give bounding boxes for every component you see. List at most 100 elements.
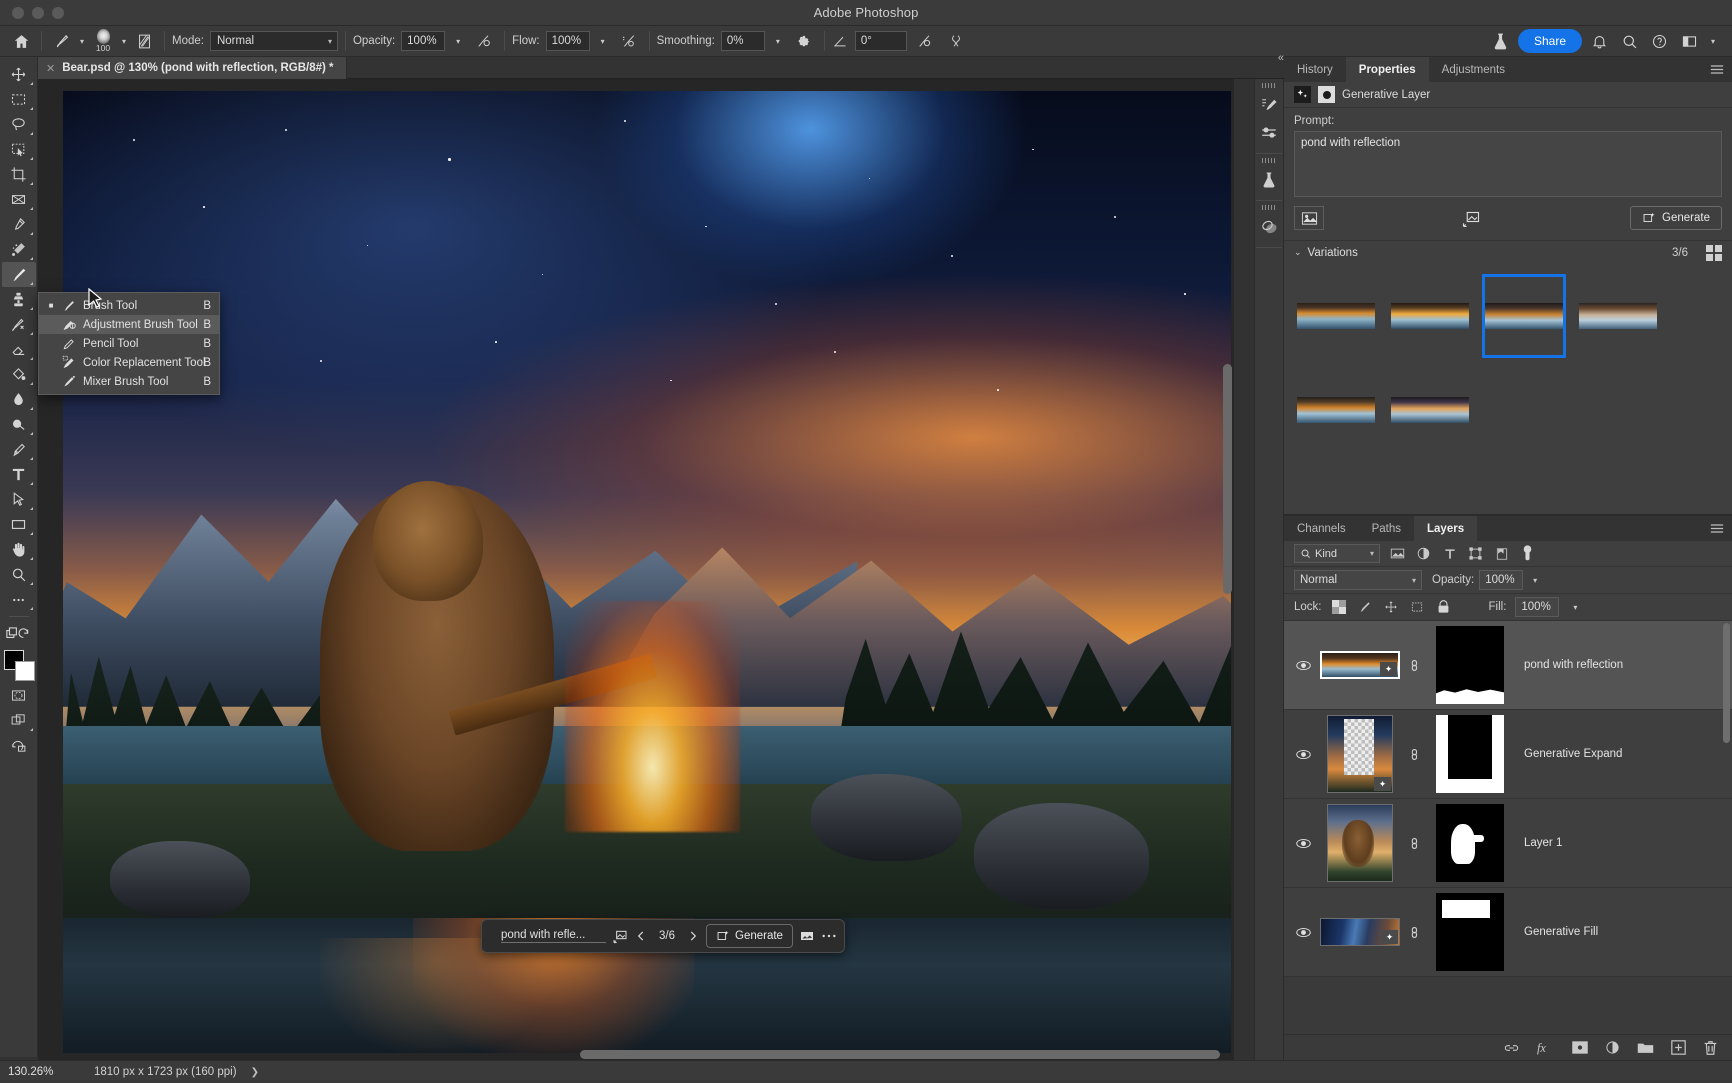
menu-item-pencil-tool[interactable]: Pencil Tool B — [39, 334, 219, 353]
tab-adjustments[interactable]: Adjustments — [1428, 57, 1518, 82]
lock-all-icon[interactable] — [1435, 598, 1452, 616]
frame-tool[interactable] — [2, 187, 36, 212]
gallery-icon[interactable] — [799, 925, 815, 948]
reference-image-icon[interactable] — [1294, 206, 1324, 230]
help-icon[interactable] — [1646, 28, 1672, 54]
prompt-textarea[interactable]: pond with reflection — [1294, 131, 1722, 197]
layer-fill-value[interactable]: 100% — [1515, 597, 1560, 617]
spot-healing-brush-tool[interactable] — [2, 237, 36, 262]
delete-layer-icon[interactable] — [1703, 1040, 1718, 1056]
opacity-input[interactable]: 100% — [401, 31, 446, 51]
tab-properties[interactable]: Properties — [1345, 57, 1429, 82]
close-icon[interactable]: ✕ — [46, 62, 55, 75]
layer-name[interactable]: Layer 1 — [1516, 837, 1562, 849]
lab-panel-icon[interactable] — [1256, 166, 1282, 194]
angle-input[interactable]: 0° — [854, 31, 907, 51]
layer-visibility-toggle[interactable] — [1290, 749, 1316, 760]
home-icon[interactable] — [8, 28, 34, 54]
marquee-tool[interactable] — [2, 87, 36, 112]
layer-mask-thumbnail-wrap[interactable] — [1424, 626, 1516, 704]
lock-image-icon[interactable] — [1357, 598, 1374, 616]
tab-channels[interactable]: Channels — [1284, 516, 1359, 541]
layer-style-fx-icon[interactable]: fx — [1537, 1041, 1555, 1055]
eraser-tool[interactable] — [2, 337, 36, 362]
properties-generate-button[interactable]: Generate — [1630, 206, 1722, 230]
layer-mask-thumbnail[interactable] — [1436, 626, 1504, 704]
layer-name[interactable]: Generative Fill — [1516, 926, 1598, 938]
chevron-left-icon[interactable] — [634, 925, 648, 948]
table-row[interactable]: ✦ pond with reflection — [1284, 621, 1732, 710]
variation-2[interactable] — [1388, 274, 1472, 358]
search-icon[interactable] — [1616, 28, 1642, 54]
rectangle-tool[interactable] — [2, 512, 36, 537]
canvas-area[interactable]: pond with refle... 3/6 Generate — [38, 79, 1234, 1060]
table-row[interactable]: Layer 1 — [1284, 799, 1732, 888]
grid-view-icon[interactable] — [1706, 244, 1722, 261]
hand-tool[interactable] — [2, 537, 36, 562]
layer-visibility-toggle[interactable] — [1290, 838, 1316, 849]
chevron-right-icon[interactable]: ❯ — [251, 1067, 259, 1078]
chevron-down-icon[interactable]: ▾ — [1706, 31, 1720, 51]
lock-transparency-icon[interactable] — [1331, 598, 1348, 616]
history-brush-tool[interactable] — [2, 312, 36, 337]
tab-layers[interactable]: Layers — [1414, 516, 1478, 541]
chevron-right-icon[interactable] — [686, 925, 700, 948]
menu-item-color-replacement-tool[interactable]: Color Replacement Tool B — [39, 353, 219, 372]
layer-name[interactable]: pond with reflection — [1516, 659, 1623, 671]
type-filter-icon[interactable] — [1441, 545, 1458, 563]
more-options-icon[interactable] — [821, 925, 837, 948]
default-colors-and-swap[interactable] — [2, 621, 36, 646]
layer-opacity-value[interactable]: 100% — [1479, 570, 1524, 590]
gradient-tool[interactable] — [2, 362, 36, 387]
menu-item-mixer-brush-tool[interactable]: Mixer Brush Tool B — [39, 372, 219, 391]
generate-image-icon[interactable] — [1462, 210, 1480, 227]
dodge-tool[interactable] — [2, 412, 36, 437]
table-row[interactable]: ✦ Generative Expand — [1284, 710, 1732, 799]
panel-menu-icon[interactable] — [1710, 523, 1724, 534]
chevron-down-icon[interactable]: ▾ — [1568, 597, 1582, 617]
pressure-opacity-icon[interactable] — [471, 28, 497, 54]
filter-toggle-icon[interactable] — [1519, 545, 1536, 563]
screen-mode-icon[interactable] — [2, 708, 36, 733]
crop-tool[interactable] — [2, 162, 36, 187]
link-layers-icon[interactable] — [1404, 836, 1424, 851]
lasso-tool[interactable] — [2, 112, 36, 137]
gear-icon[interactable] — [791, 28, 817, 54]
layer-mask-thumbnail-wrap[interactable] — [1424, 804, 1516, 882]
layer-thumbnail-wrap[interactable] — [1316, 804, 1404, 882]
workspace-icon[interactable] — [1676, 28, 1702, 54]
edit-toolbar-button[interactable] — [2, 587, 36, 612]
variation-1[interactable] — [1294, 274, 1378, 358]
layer-mask-thumbnail-wrap[interactable] — [1424, 715, 1516, 793]
blend-mode-select[interactable]: Normal ▾ — [209, 31, 338, 51]
tablet-pressure-size-icon[interactable] — [912, 28, 938, 54]
quick-mask-icon[interactable] — [2, 683, 36, 708]
brush-tool-flyout-menu[interactable]: ■ Brush Tool B Adjustment Brush Tool B P… — [38, 292, 220, 395]
table-row[interactable]: ✦ Generative Fill — [1284, 888, 1732, 977]
variations-header[interactable]: ⌄ Variations 3/6 — [1284, 240, 1732, 264]
background-color-swatch[interactable] — [14, 661, 35, 681]
brush-settings-icon[interactable] — [131, 28, 157, 54]
object-selection-tool[interactable] — [2, 137, 36, 162]
variation-6[interactable] — [1388, 368, 1472, 452]
layer-mask-thumbnail-wrap[interactable] — [1424, 893, 1516, 971]
symmetry-icon[interactable] — [943, 28, 969, 54]
variation-3[interactable] — [1482, 274, 1566, 358]
zoom-level[interactable]: 130.26% — [8, 1066, 74, 1078]
smoothing-caret-icon[interactable]: ▾ — [771, 31, 785, 51]
layer-name[interactable]: Generative Expand — [1516, 748, 1622, 760]
layer-thumbnail[interactable]: ✦ — [1320, 651, 1400, 679]
vertical-scrollbar[interactable] — [1223, 364, 1232, 594]
lock-position-icon[interactable] — [1383, 598, 1400, 616]
lock-artboard-icon[interactable] — [1409, 598, 1426, 616]
rail-drag-dots[interactable] — [1262, 158, 1276, 163]
link-layers-icon[interactable] — [1404, 658, 1424, 673]
add-layer-mask-icon[interactable] — [1572, 1041, 1588, 1054]
menu-item-brush-tool[interactable]: ■ Brush Tool B — [39, 296, 219, 315]
flow-input[interactable]: 100% — [545, 31, 590, 51]
shape-filter-icon[interactable] — [1467, 545, 1484, 563]
panel-menu-icon[interactable] — [1710, 64, 1724, 75]
layer-thumbnail[interactable] — [1327, 804, 1393, 882]
layer-blend-mode-select[interactable]: Normal ▾ — [1294, 570, 1422, 590]
rail-drag-dots[interactable] — [1262, 205, 1276, 210]
